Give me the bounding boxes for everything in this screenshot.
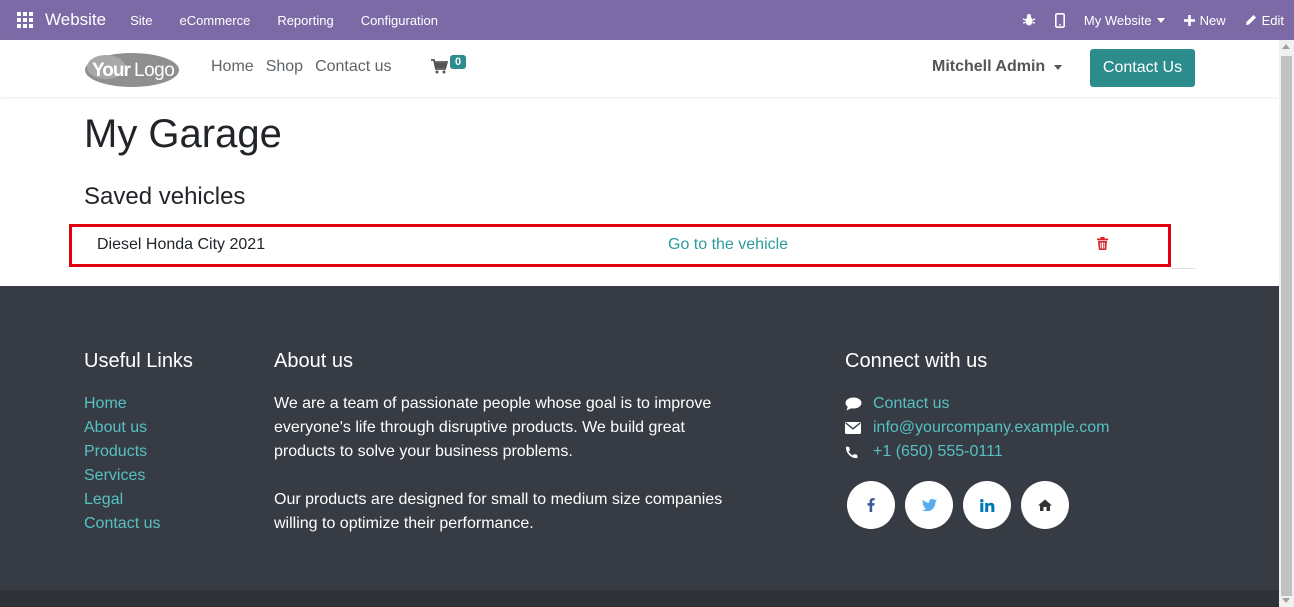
edit-button[interactable]: Edit bbox=[1245, 13, 1284, 28]
trash-icon[interactable] bbox=[1097, 237, 1108, 255]
about-us-text: We are a team of passionate people whose… bbox=[274, 392, 744, 536]
section-title: Saved vehicles bbox=[84, 183, 246, 210]
about-paragraph-1: We are a team of passionate people whose… bbox=[274, 395, 712, 460]
chevron-down-icon bbox=[1054, 64, 1063, 70]
scroll-up-icon[interactable] bbox=[1282, 44, 1290, 49]
connect-email-row: info@yourcompany.example.com bbox=[845, 416, 1110, 440]
new-label: New bbox=[1199, 12, 1226, 28]
footer-link-contact-us[interactable]: Contact us bbox=[84, 512, 160, 536]
social-links bbox=[847, 481, 1079, 529]
footer-link-products[interactable]: Products bbox=[84, 440, 160, 464]
apps-menu-icon[interactable] bbox=[17, 12, 33, 28]
new-button[interactable]: New bbox=[1183, 12, 1226, 28]
cart-count-badge: 0 bbox=[450, 55, 467, 69]
my-website-dropdown[interactable]: My Website bbox=[1084, 13, 1165, 28]
vehicle-name: Diesel Honda City 2021 bbox=[97, 236, 266, 253]
company-logo[interactable]: Your Logo bbox=[84, 52, 180, 88]
scroll-thumb[interactable] bbox=[1281, 56, 1292, 596]
debug-bug-icon[interactable] bbox=[1022, 13, 1036, 27]
svg-text:Logo: Logo bbox=[134, 60, 174, 81]
menu-reporting[interactable]: Reporting bbox=[277, 13, 333, 28]
contact-us-button[interactable]: Contact Us bbox=[1090, 49, 1195, 87]
linkedin-icon[interactable] bbox=[963, 481, 1011, 529]
footer: Useful Links Home About us Products Serv… bbox=[0, 286, 1279, 590]
home-icon[interactable] bbox=[1021, 481, 1069, 529]
app-brand[interactable]: Website bbox=[45, 10, 106, 30]
useful-links-title: Useful Links bbox=[84, 350, 193, 372]
about-us-title: About us bbox=[274, 350, 353, 372]
menu-site[interactable]: Site bbox=[130, 13, 152, 28]
scroll-down-icon[interactable] bbox=[1282, 598, 1290, 603]
facebook-icon[interactable] bbox=[847, 481, 895, 529]
plus-icon bbox=[1183, 14, 1195, 26]
twitter-icon[interactable] bbox=[905, 481, 953, 529]
main-nav: Home Shop Contact us bbox=[211, 58, 404, 76]
admin-topbar-right: My Website New Edit bbox=[1003, 0, 1284, 40]
svg-text:Your: Your bbox=[92, 60, 131, 81]
page-scrollbar[interactable] bbox=[1279, 40, 1294, 607]
admin-menu: Site eCommerce Reporting Configuration bbox=[130, 13, 465, 28]
email-link[interactable]: info@yourcompany.example.com bbox=[873, 416, 1110, 440]
about-paragraph-2: Our products are designed for small to m… bbox=[274, 491, 723, 532]
admin-topbar: Website Site eCommerce Reporting Configu… bbox=[0, 0, 1294, 40]
envelope-icon bbox=[845, 416, 865, 440]
page-title: My Garage bbox=[84, 112, 282, 156]
phone-icon bbox=[845, 440, 865, 464]
footer-link-legal[interactable]: Legal bbox=[84, 488, 160, 512]
connect-title: Connect with us bbox=[845, 350, 988, 372]
footer-link-services[interactable]: Services bbox=[84, 464, 160, 488]
mobile-preview-icon[interactable] bbox=[1054, 12, 1065, 28]
cart-icon[interactable] bbox=[431, 59, 449, 79]
menu-ecommerce[interactable]: eCommerce bbox=[180, 13, 251, 28]
footer-link-about-us[interactable]: About us bbox=[84, 416, 160, 440]
comment-icon bbox=[845, 392, 865, 416]
row-divider bbox=[1171, 268, 1195, 269]
connect-phone-row: +1 (650) 555-0111 bbox=[845, 440, 1110, 464]
go-to-vehicle-link[interactable]: Go to the vehicle bbox=[668, 236, 788, 254]
website-header: Your Logo Home Shop Contact us 0 Mitchel… bbox=[0, 40, 1279, 97]
my-website-label: My Website bbox=[1083, 12, 1152, 28]
nav-home[interactable]: Home bbox=[211, 58, 254, 76]
connect-contact-row: Contact us bbox=[845, 392, 1110, 416]
useful-links-list: Home About us Products Services Legal Co… bbox=[84, 392, 160, 536]
nav-contact-us[interactable]: Contact us bbox=[315, 58, 391, 76]
connect-contact-link[interactable]: Contact us bbox=[873, 392, 949, 416]
pencil-icon bbox=[1245, 15, 1256, 25]
footer-link-home[interactable]: Home bbox=[84, 392, 160, 416]
user-menu[interactable]: Mitchell Admin bbox=[932, 58, 1063, 76]
edit-label: Edit bbox=[1261, 12, 1284, 28]
chevron-down-icon bbox=[1156, 17, 1165, 23]
user-name: Mitchell Admin bbox=[932, 58, 1046, 75]
connect-list: Contact us info@yourcompany.example.com … bbox=[845, 392, 1110, 464]
nav-shop[interactable]: Shop bbox=[266, 58, 303, 76]
menu-configuration[interactable]: Configuration bbox=[361, 13, 438, 28]
vehicle-row: Diesel Honda City 2021 Go to the vehicle bbox=[69, 224, 1171, 267]
phone-link[interactable]: +1 (650) 555-0111 bbox=[873, 440, 1003, 464]
footer-copyright-bar bbox=[0, 590, 1279, 607]
